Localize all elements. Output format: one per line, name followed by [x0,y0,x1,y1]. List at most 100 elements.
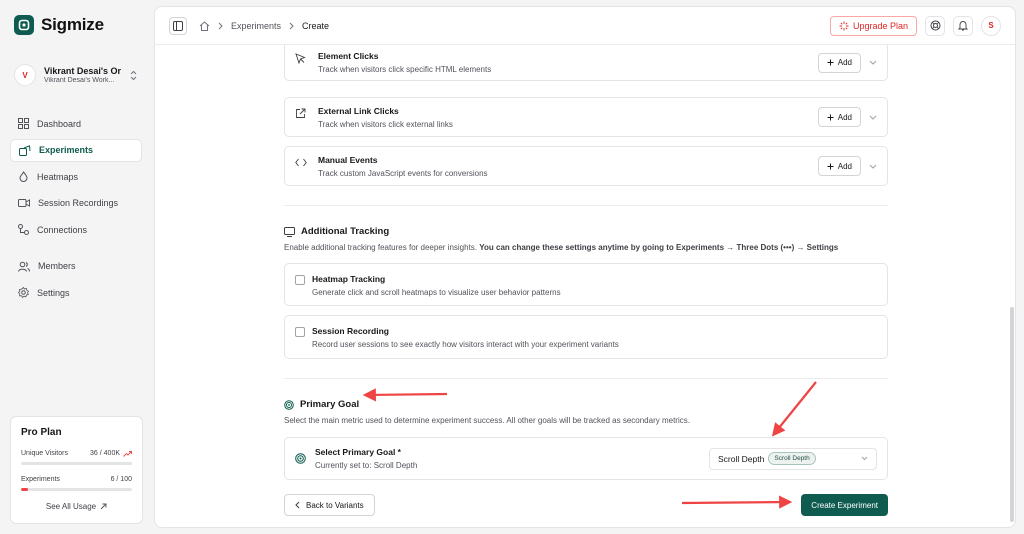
experiments-usage-value: 6 / 100 [110,476,132,483]
add-element-clicks-button[interactable]: Add [817,52,861,73]
logo-mark-icon [14,15,34,35]
plus-icon [827,163,834,170]
upgrade-plan-button[interactable]: Upgrade Plan [829,15,917,36]
chevron-down-icon[interactable] [869,60,877,65]
visitors-progress-bar [21,462,132,465]
primary-goal-title: Primary Goal [300,399,360,410]
main-panel: Experiments Create Upgrade Plan S Elemen… [154,6,1016,528]
event-description: Track when visitors click specific HTML … [318,65,492,74]
sidebar-item-experiments[interactable]: Experiments [10,138,142,162]
experiments-usage-label: Experiments [21,476,60,483]
chevron-down-icon[interactable] [869,115,877,120]
sidebar-nav: Dashboard Experiments Heatmaps Session R… [10,112,142,304]
sidebar-item-heatmaps[interactable]: Heatmaps [10,165,142,188]
members-icon [18,261,30,272]
sidebar-item-label: Members [38,261,76,271]
chevron-left-icon [295,501,300,509]
tracking-desc-bold: You can change these settings anytime by… [479,243,839,252]
dashboard-icon [18,118,29,129]
breadcrumb: Experiments Create [199,21,329,31]
section-divider [284,205,888,206]
notifications-button[interactable] [953,15,973,36]
heatmaps-icon [18,171,29,182]
event-description: Track when visitors click external links [318,119,453,129]
tracking-desc-text: Enable additional tracking features for … [284,243,478,252]
home-icon[interactable] [199,20,210,31]
org-avatar: V [14,64,36,86]
plus-icon [827,59,834,66]
experiments-icon [19,144,31,156]
add-manual-events-button[interactable]: Add [817,156,861,176]
sidebar-item-label: Settings [37,287,70,298]
chevron-up-down-icon [129,70,138,81]
goal-select-label: Select Primary Goal * [315,447,401,457]
user-avatar[interactable]: S [981,15,1001,36]
plan-usage-card: Pro Plan Unique Visitors 36 / 400K Exper… [10,416,143,524]
org-name: Vikrant Desai's Or... [44,66,121,76]
cursor-icon [295,53,309,64]
session-recording-option[interactable]: Session Recording Record user sessions t… [284,315,888,359]
sidebar-item-connections[interactable]: Connections [10,218,142,241]
sidebar-item-label: Heatmaps [37,171,79,182]
heatmap-tracking-checkbox[interactable] [295,275,305,285]
breadcrumb-experiments[interactable]: Experiments [231,21,281,31]
back-label: Back to Variants [306,500,364,510]
sidebar-item-label: Session Recordings [38,198,119,208]
chevron-down-icon [861,456,868,461]
top-bar: Experiments Create Upgrade Plan S [155,7,1015,45]
sidebar-item-dashboard[interactable]: Dashboard [10,112,142,135]
additional-tracking-description: Enable additional tracking features for … [284,243,838,252]
option-title: Session Recording [312,326,389,336]
org-switcher[interactable]: V Vikrant Desai's Or... Vikrant Desai's … [10,58,142,92]
additional-tracking-heading: Additional Tracking [284,226,389,237]
plan-title: Pro Plan [21,427,62,438]
support-button[interactable] [925,15,945,36]
back-to-variants-button[interactable]: Back to Variants [284,494,375,516]
plus-icon [827,114,834,121]
event-title: External Link Clicks [318,105,399,116]
add-label: Add [837,58,852,67]
lifebuoy-icon [930,20,941,31]
heatmap-tracking-option[interactable]: Heatmap Tracking Generate click and scro… [284,263,888,306]
connections-icon [18,224,29,235]
code-icon [295,158,309,167]
sidebar-item-session-recordings[interactable]: Session Recordings [10,192,142,215]
toggle-sidebar-button[interactable] [169,16,187,35]
option-description: Generate click and scroll heatmaps to vi… [312,288,561,297]
gear-icon [18,287,29,298]
app-logo[interactable]: Sigmize [10,14,142,36]
breadcrumb-current: Create [302,20,330,31]
video-icon [18,198,30,208]
chevron-right-icon [218,22,223,30]
chevron-right-icon [289,22,294,30]
upgrade-plan-label: Upgrade Plan [852,20,908,31]
sparkle-icon [839,21,849,31]
add-label: Add [837,112,852,122]
goal-current: Currently set to: Scroll Depth [315,461,418,470]
see-all-usage-label: See All Usage [45,502,97,511]
chevron-down-icon[interactable] [869,164,877,169]
sidebar-item-settings[interactable]: Settings [10,281,142,304]
session-recording-checkbox[interactable] [295,327,305,337]
sidebar: Sigmize V Vikrant Desai's Or... Vikrant … [0,0,152,534]
event-description: Track custom JavaScript events for conve… [318,168,488,178]
scrollbar-thumb[interactable] [1010,307,1014,522]
add-external-link-clicks-button[interactable]: Add [817,107,861,127]
add-label: Add [837,161,852,171]
create-experiment-button[interactable]: Create Experiment [801,494,888,516]
monitor-icon [284,226,295,237]
option-title: Heatmap Tracking [312,274,386,284]
primary-goal-heading: Primary Goal [284,399,359,410]
org-workspace: Vikrant Desai's Work... [44,77,115,84]
experiments-progress-bar [21,488,132,491]
see-all-usage-link[interactable]: See All Usage [21,502,132,511]
primary-goal-select[interactable]: Scroll Depth Scroll Depth [709,447,877,470]
option-description: Record user sessions to see exactly how … [312,340,619,349]
goal-type-badge: Scroll Depth [768,452,816,465]
sidebar-item-members[interactable]: Members [10,255,142,278]
event-card-external-link-clicks: External Link Clicks Track when visitors… [284,97,888,137]
target-icon [284,399,294,410]
visitors-value: 36 / 400K [90,450,120,457]
bell-icon [958,20,968,31]
app-name: Sigmize [41,15,104,34]
